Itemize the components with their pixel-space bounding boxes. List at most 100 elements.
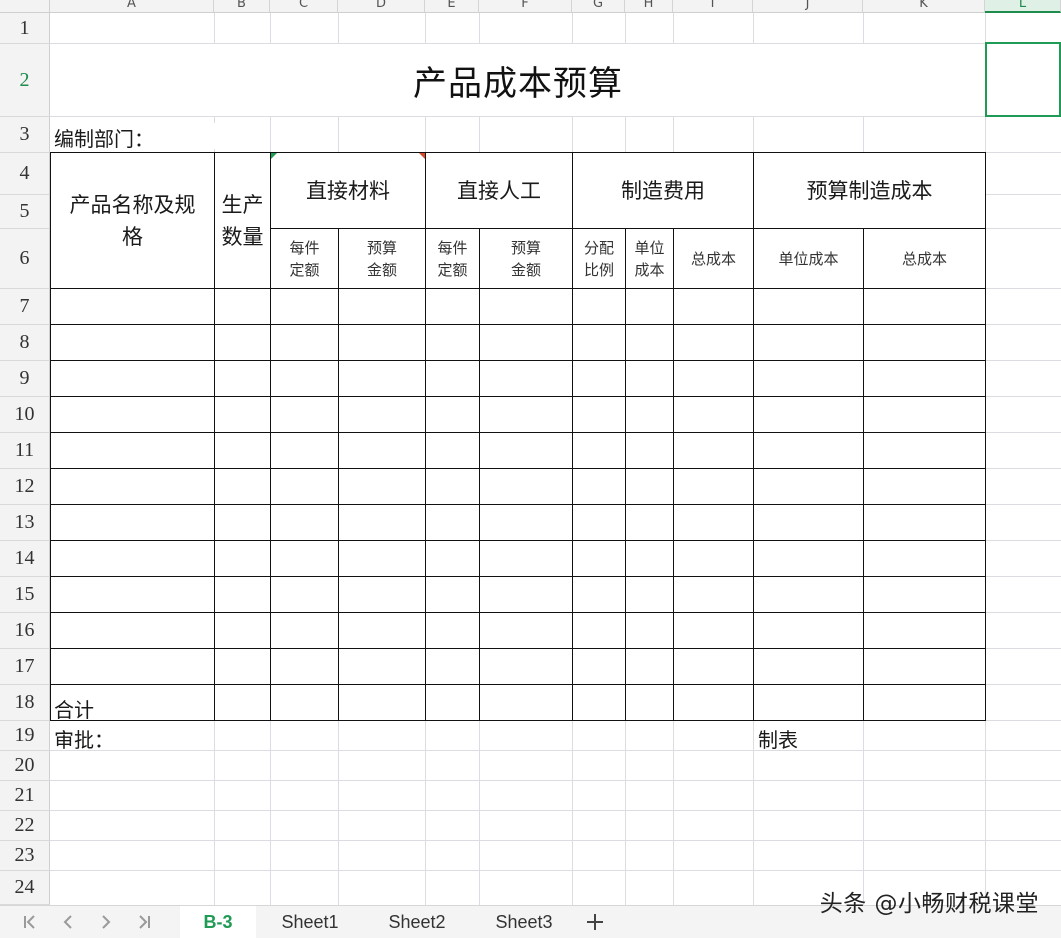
row-header-11[interactable]: 11 xyxy=(0,433,50,469)
row-header-7[interactable]: 7 xyxy=(0,289,50,325)
add-sheet-icon[interactable] xyxy=(580,906,610,938)
table-border xyxy=(985,152,986,721)
header-product-name[interactable]: 产品名称及规格 xyxy=(51,153,214,288)
comment-indicator xyxy=(419,153,425,159)
column-header-c[interactable]: C xyxy=(270,0,338,13)
table-border xyxy=(50,288,986,289)
row-header-10[interactable]: 10 xyxy=(0,397,50,433)
header-allocation-ratio[interactable]: 分配比例 xyxy=(573,229,625,288)
column-header-k[interactable]: K xyxy=(863,0,985,13)
column-header-g[interactable]: G xyxy=(572,0,625,13)
next-sheet-icon[interactable] xyxy=(88,906,124,938)
header-budget-manufacturing-cost[interactable]: 预算制造成本 xyxy=(754,153,985,228)
gridline xyxy=(50,116,1061,117)
table-border xyxy=(50,576,986,577)
last-sheet-icon[interactable] xyxy=(126,906,162,938)
row-header-23[interactable]: 23 xyxy=(0,841,50,871)
table-border xyxy=(479,228,480,721)
column-header-j[interactable]: J xyxy=(753,0,863,13)
cell-indicator xyxy=(271,153,277,159)
column-header-e[interactable]: E xyxy=(425,0,479,13)
gridline xyxy=(50,840,1061,841)
table-border xyxy=(425,152,426,721)
column-header-b[interactable]: B xyxy=(214,0,270,13)
column-header-f[interactable]: F xyxy=(479,0,572,13)
header-total-cost-overhead[interactable]: 总成本 xyxy=(674,229,753,288)
row-header-1[interactable]: 1 xyxy=(0,13,50,44)
table-border xyxy=(50,684,986,685)
header-direct-labor[interactable]: 直接人工 xyxy=(426,153,572,228)
row-header-12[interactable]: 12 xyxy=(0,469,50,505)
spreadsheet-grid[interactable]: A B C D E F G H I J K L 1 2 3 4 5 6 7 8 … xyxy=(0,0,1061,905)
row-header-2[interactable]: 2 xyxy=(0,44,50,117)
row-header-16[interactable]: 16 xyxy=(0,613,50,649)
gridline xyxy=(50,750,1061,751)
table-border xyxy=(50,152,986,153)
table-border xyxy=(572,152,573,721)
header-unit-cost-overhead[interactable]: 单位成本 xyxy=(626,229,673,288)
column-header-d[interactable]: D xyxy=(338,0,425,13)
row-header-22[interactable]: 22 xyxy=(0,811,50,841)
row-header-20[interactable]: 20 xyxy=(0,751,50,781)
header-total-cost-budget[interactable]: 总成本 xyxy=(864,229,985,288)
table-border xyxy=(50,432,986,433)
header-budget-amount-material[interactable]: 预算金额 xyxy=(339,229,425,288)
column-header-l[interactable]: L xyxy=(985,0,1061,13)
sheet-title-cell[interactable]: 产品成本预算 xyxy=(51,44,985,116)
header-unit-cost-budget[interactable]: 单位成本 xyxy=(754,229,863,288)
approval-label-cell[interactable]: 审批： xyxy=(54,724,174,752)
tab-sheet1[interactable]: Sheet1 xyxy=(256,906,364,938)
header-production-qty[interactable]: 生产数量 xyxy=(215,153,270,288)
watermark-text: 头条 @小畅财税课堂 xyxy=(819,891,1039,917)
prev-sheet-icon[interactable] xyxy=(50,906,86,938)
row-header-17[interactable]: 17 xyxy=(0,649,50,685)
first-sheet-icon[interactable] xyxy=(12,906,48,938)
table-border xyxy=(50,468,986,469)
table-border xyxy=(673,228,674,721)
tab-sheet3[interactable]: Sheet3 xyxy=(470,906,578,938)
table-border xyxy=(338,228,339,721)
tab-sheet2[interactable]: Sheet2 xyxy=(364,906,470,938)
table-border xyxy=(50,612,986,613)
row-header-15[interactable]: 15 xyxy=(0,577,50,613)
table-border xyxy=(50,396,986,397)
column-header-h[interactable]: H xyxy=(625,0,673,13)
select-all-corner[interactable] xyxy=(0,0,50,13)
row-header-8[interactable]: 8 xyxy=(0,325,50,361)
row-header-6[interactable]: 6 xyxy=(0,229,50,289)
header-quota-per-piece-material[interactable]: 每件定额 xyxy=(271,229,338,288)
total-label-cell[interactable]: 合计 xyxy=(54,694,154,722)
row-header-14[interactable]: 14 xyxy=(0,541,50,577)
row-header-4[interactable]: 4 xyxy=(0,153,50,195)
gridline xyxy=(50,810,1061,811)
table-border xyxy=(270,152,271,721)
prepared-label-cell[interactable]: 制表 xyxy=(758,724,858,752)
row-header-18[interactable]: 18 xyxy=(0,685,50,721)
row-header-24[interactable]: 24 xyxy=(0,871,50,905)
table-border xyxy=(625,228,626,721)
header-budget-amount-labor[interactable]: 预算金额 xyxy=(480,229,572,288)
row-header-9[interactable]: 9 xyxy=(0,361,50,397)
header-quota-per-piece-labor[interactable]: 每件定额 xyxy=(426,229,479,288)
table-border xyxy=(753,152,754,721)
column-header-i[interactable]: I xyxy=(673,0,753,13)
header-direct-material[interactable]: 直接材料 xyxy=(271,153,425,228)
gridline xyxy=(50,780,1061,781)
table-border xyxy=(270,228,986,229)
column-header-a[interactable]: A xyxy=(50,0,214,13)
row-header-19[interactable]: 19 xyxy=(0,721,50,751)
row-header-5[interactable]: 5 xyxy=(0,195,50,229)
gridline xyxy=(50,870,1061,871)
table-border xyxy=(50,360,986,361)
table-border xyxy=(50,720,986,721)
active-cell-l2[interactable] xyxy=(985,42,1061,117)
row-header-21[interactable]: 21 xyxy=(0,781,50,811)
row-header-13[interactable]: 13 xyxy=(0,505,50,541)
table-border xyxy=(50,152,51,721)
header-manufacturing-cost[interactable]: 制造费用 xyxy=(573,153,753,228)
table-border xyxy=(863,228,864,721)
row-header-3[interactable]: 3 xyxy=(0,117,50,153)
tab-b-3[interactable]: B-3 xyxy=(180,906,256,938)
table-border xyxy=(214,152,215,721)
department-label-cell[interactable]: 编制部门： xyxy=(54,123,254,151)
